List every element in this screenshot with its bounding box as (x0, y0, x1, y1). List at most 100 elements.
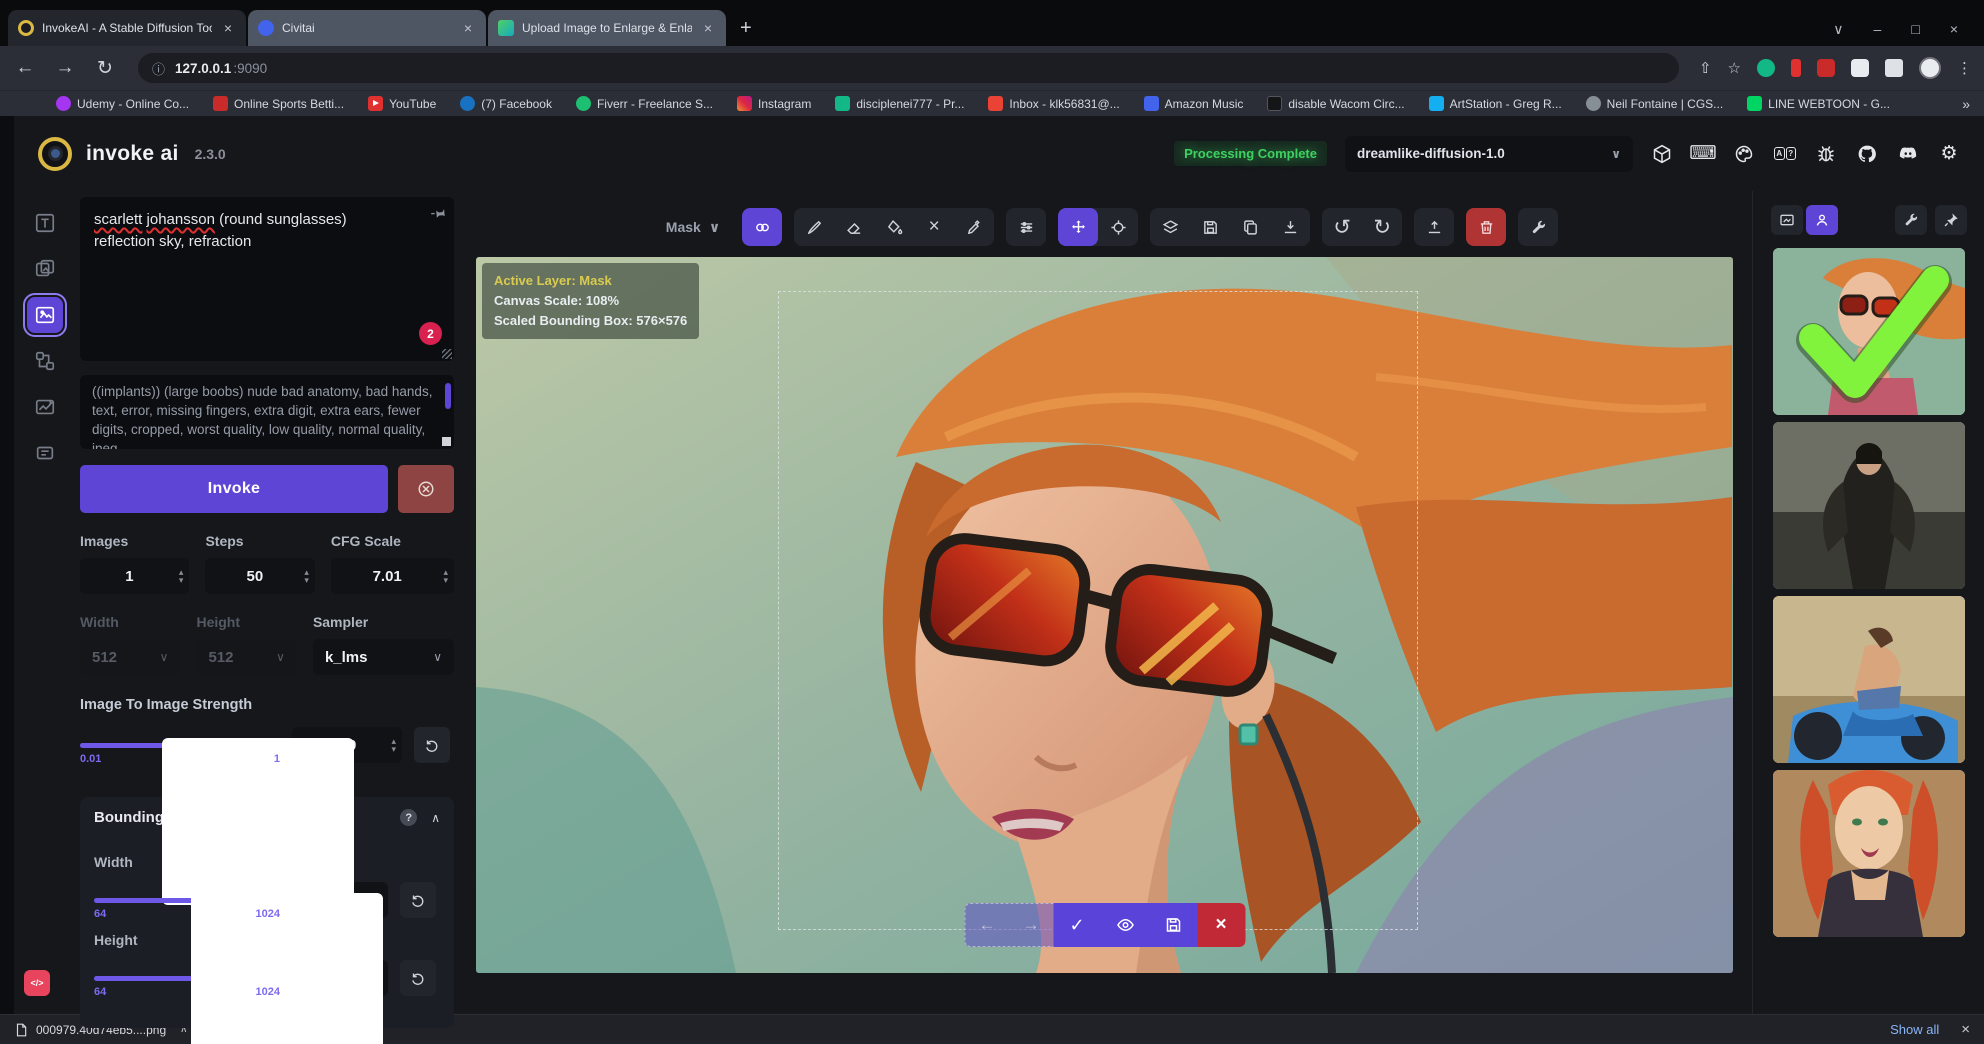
bookmark-facebook[interactable]: (7) Facebook (460, 96, 552, 111)
clear-mask-button[interactable]: × (914, 208, 954, 246)
gallery-thumbnail-selected[interactable] (1773, 248, 1965, 415)
brush-tool-button[interactable] (794, 208, 834, 246)
stepper[interactable]: ▴▾ (391, 737, 396, 753)
tab-close-icon[interactable]: × (220, 20, 236, 36)
bookmark-star-icon[interactable]: ☆ (1728, 59, 1741, 77)
bookmark-udemy[interactable]: Udemy - Online Co... (56, 96, 189, 111)
bookmark-neil-fontaine[interactable]: Neil Fontaine | CGS... (1586, 96, 1724, 111)
move-tool-button[interactable] (1058, 208, 1098, 246)
reset-bbox-width-button[interactable] (400, 882, 436, 918)
close-window-icon[interactable]: × (1950, 21, 1958, 38)
discord-icon[interactable] (1897, 143, 1919, 165)
tab-civitai[interactable]: Civitai × (248, 10, 486, 46)
bookmark-fiverr[interactable]: Fiverr - Freelance S... (576, 96, 713, 111)
tab-nodes[interactable] (27, 343, 63, 379)
reset-bbox-height-button[interactable] (400, 960, 436, 996)
clear-canvas-trash-button[interactable] (1466, 208, 1506, 246)
bookmarks-overflow-icon[interactable]: » (1962, 96, 1970, 112)
reset-view-button[interactable] (1098, 208, 1138, 246)
localization-icon[interactable]: A? (1774, 143, 1796, 165)
save-to-gallery-button[interactable] (1190, 208, 1230, 246)
slider-thumb[interactable] (191, 971, 383, 1044)
gallery-thumbnail[interactable] (1773, 422, 1965, 589)
extensions-puzzle-icon[interactable] (1851, 59, 1869, 77)
stepper[interactable]: ▴▾ (304, 568, 309, 584)
browser-menu-icon[interactable]: ⋮ (1957, 59, 1972, 77)
tab-text-to-image[interactable] (27, 205, 63, 241)
gallery-images-toggle[interactable] (1771, 205, 1803, 235)
tab-unified-canvas[interactable] (27, 297, 63, 333)
stepper[interactable]: ▴▾ (179, 568, 184, 584)
bookmark-webtoon[interactable]: LINE WEBTOON - G... (1747, 96, 1890, 111)
bookmark-sports[interactable]: Online Sports Betti... (213, 96, 344, 111)
gallery-thumbnail[interactable] (1773, 596, 1965, 763)
extension-icon[interactable] (1757, 59, 1775, 77)
negative-prompt-textarea[interactable]: ((implants)) (large boobs) nude bad anat… (80, 375, 454, 449)
upload-image-button[interactable] (1414, 208, 1454, 246)
save-staging-icon[interactable] (1149, 903, 1197, 947)
bounding-box-selection[interactable] (778, 291, 1418, 930)
bookmark-artstation[interactable]: ArtStation - Greg R... (1429, 96, 1562, 111)
img2img-strength-slider[interactable]: 0.01 1 (80, 737, 280, 753)
copy-to-clipboard-button[interactable] (1230, 208, 1270, 246)
invoke-button[interactable]: Invoke (80, 465, 388, 513)
tab-close-icon[interactable]: × (460, 20, 476, 36)
download-image-button[interactable] (1270, 208, 1310, 246)
resize-handle[interactable] (442, 349, 452, 359)
forward-icon[interactable]: → (52, 57, 78, 79)
discard-x-icon[interactable]: × (1197, 903, 1245, 947)
bookmark-youtube[interactable]: YouTube (368, 96, 436, 111)
gallery-user-toggle[interactable] (1806, 205, 1838, 235)
bbox-height-slider[interactable]: 64 1024 (94, 970, 280, 986)
tab-invokeai[interactable]: InvokeAI - A Stable Diffusion Too × (8, 10, 246, 46)
stepper[interactable]: ▴▾ (443, 568, 448, 584)
gallery-thumbnail[interactable] (1773, 770, 1965, 937)
accept-check-icon[interactable]: ✓ (1053, 903, 1101, 947)
prompt-textarea[interactable]: scarlett johansson (round sunglasses) re… (80, 197, 454, 361)
layer-select[interactable]: Mask ∨ (656, 208, 730, 246)
brush-options-button[interactable] (1006, 208, 1046, 246)
back-icon[interactable]: ← (12, 57, 38, 79)
tab-close-icon[interactable]: × (700, 20, 716, 36)
bookmark-wacom[interactable]: disable Wacom Circ... (1267, 96, 1404, 111)
model-select[interactable]: dreamlike-diffusion-1.0 ∨ (1345, 136, 1633, 172)
fill-tool-button[interactable] (874, 208, 914, 246)
bookmark-disciple[interactable]: disciplenei777 - Pr... (835, 96, 964, 111)
sampler-select[interactable]: k_lms ∨ (313, 639, 454, 675)
console-toggle-button[interactable]: </> (24, 970, 50, 996)
bookmark-inbox[interactable]: Inbox - klk56831@... (988, 96, 1119, 111)
bbox-width-slider[interactable]: 64 1024 (94, 892, 280, 908)
tab-post-processing[interactable] (27, 389, 63, 425)
reload-icon[interactable]: ↻ (92, 57, 118, 80)
scrollbar-thumb[interactable] (445, 383, 451, 409)
previous-image-icon[interactable]: ← (965, 915, 1009, 935)
site-info-icon[interactable]: ⓘ (152, 59, 165, 78)
gallery-pin-icon[interactable] (1935, 205, 1967, 235)
hotkeys-keyboard-icon[interactable]: ⌨ (1692, 143, 1714, 165)
tab-upload-image[interactable]: Upload Image to Enlarge & Enla × (488, 10, 726, 46)
cancel-button[interactable] (398, 465, 454, 513)
download-bar-close-icon[interactable]: × (1961, 1021, 1970, 1038)
window-menu-icon[interactable]: ∨ (1833, 21, 1843, 38)
adblock-extension-icon[interactable] (1817, 59, 1835, 77)
show-hide-eye-icon[interactable] (1101, 903, 1149, 947)
next-image-icon[interactable]: → (1009, 915, 1053, 935)
merge-visible-button[interactable] (1150, 208, 1190, 246)
share-icon[interactable]: ⇧ (1699, 59, 1712, 77)
profile-avatar[interactable] (1919, 57, 1941, 79)
maximize-icon[interactable]: □ (1911, 21, 1919, 38)
address-bar[interactable]: ⓘ 127.0.0.1:9090 (138, 53, 1679, 83)
canvas-image[interactable]: Active Layer: Mask Canvas Scale: 108% Sc… (476, 257, 1733, 973)
gallery-settings-wrench-icon[interactable] (1895, 205, 1927, 235)
model-manager-icon[interactable] (1651, 143, 1673, 165)
settings-gear-icon[interactable]: ⚙ (1938, 143, 1960, 165)
bookmark-amazon-music[interactable]: Amazon Music (1144, 96, 1244, 111)
minimize-icon[interactable]: – (1874, 21, 1882, 38)
cfg-scale-input[interactable]: 7.01 ▴▾ (331, 558, 454, 594)
collapse-chevron-icon[interactable]: ∧ (431, 811, 440, 825)
report-bug-icon[interactable] (1815, 143, 1837, 165)
redo-icon[interactable]: ↻ (1362, 208, 1402, 246)
tab-training[interactable] (27, 435, 63, 471)
new-tab-button[interactable]: + (728, 17, 764, 46)
show-all-link[interactable]: Show all (1890, 1022, 1939, 1037)
